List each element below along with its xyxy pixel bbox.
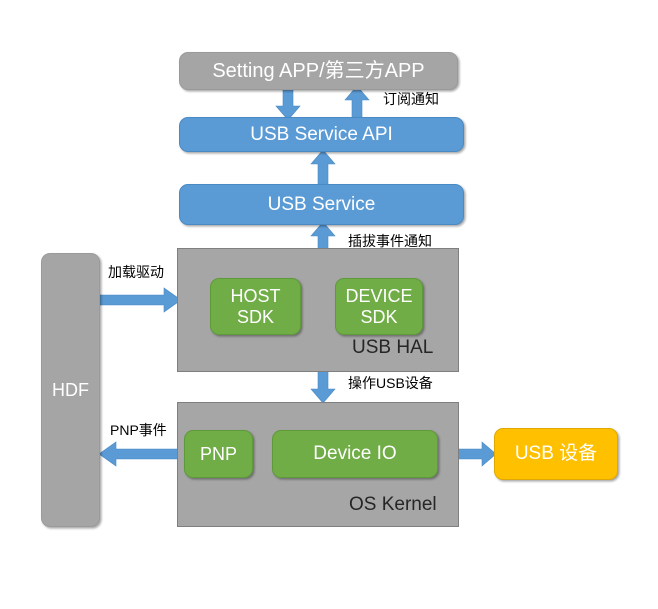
- label-load-driver: 加载驱动: [108, 264, 164, 280]
- arrow-hal-to-kernel-down: [310, 369, 336, 404]
- arrow-service-to-service-api-up: [310, 149, 336, 186]
- label-plug-event-notify: 插拔事件通知: [348, 233, 432, 249]
- panel-usb-hal-label: USB HAL: [352, 337, 434, 358]
- label-pnp-event: PNP事件: [110, 422, 167, 438]
- host-sdk-line1: HOST: [230, 285, 281, 306]
- node-device-io[interactable]: Device IO: [272, 430, 438, 478]
- arrow-service-api-to-app-up: [344, 85, 370, 121]
- panel-os-kernel-label: OS Kernel: [349, 494, 437, 515]
- arrow-hdf-to-hal-right: [97, 287, 182, 313]
- arrow-app-to-service-api-down: [275, 85, 301, 121]
- host-sdk-line2: SDK: [236, 306, 274, 327]
- label-operate-usb-device: 操作USB设备: [348, 375, 433, 391]
- device-sdk-line2: SDK: [360, 306, 398, 327]
- device-sdk-line1: DEVICE: [345, 285, 413, 306]
- node-device-sdk[interactable]: DEVICE SDK: [335, 278, 423, 335]
- node-usb-device[interactable]: USB 设备: [494, 428, 618, 480]
- node-hdf[interactable]: HDF: [41, 253, 100, 527]
- node-host-sdk[interactable]: HOST SDK: [210, 278, 301, 335]
- node-usb-service[interactable]: USB Service: [179, 184, 464, 225]
- usb-architecture-diagram: Setting APP/第三方APP USB Service API USB S…: [0, 0, 658, 609]
- node-usb-service-api[interactable]: USB Service API: [179, 117, 464, 152]
- node-pnp[interactable]: PNP: [184, 430, 253, 478]
- label-subscribe-notify: 订阅通知: [383, 91, 439, 107]
- node-setting-app[interactable]: Setting APP/第三方APP: [179, 52, 458, 90]
